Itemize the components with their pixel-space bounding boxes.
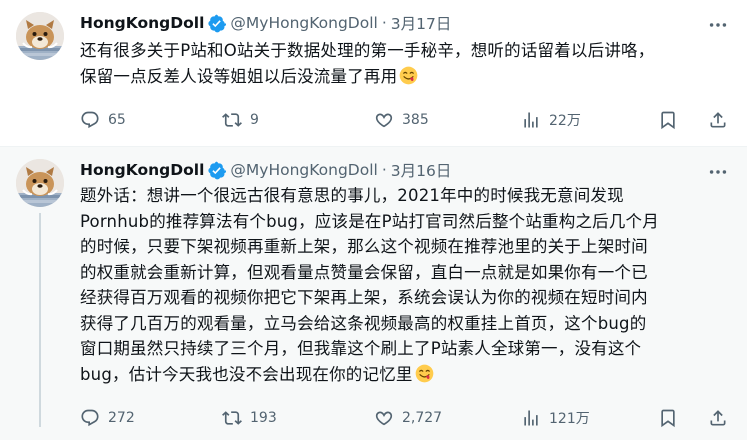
- verified-badge-icon: [207, 161, 226, 180]
- views-bars-icon: [521, 110, 541, 130]
- bookmark-icon: [658, 110, 678, 130]
- heart-icon: [374, 408, 394, 428]
- tweet-card-highlighted[interactable]: HongKongDoll @MyHongKongDoll · 3月16日 题外话…: [0, 147, 747, 440]
- tweet-text-line: 窗口期虽然只持续了三个月，但我靠这个刷上了P站素人全球第一，没有这个: [80, 339, 642, 358]
- tweet-text-line: 保留一点反差人设等姐姐以后没流量了再用: [80, 66, 398, 86]
- tweet-date[interactable]: 3月17日: [391, 12, 452, 34]
- share-upload-icon: [708, 110, 728, 130]
- heart-icon: [374, 110, 394, 130]
- face-savoring-food-emoji: [415, 364, 434, 383]
- tweet-header: HongKongDoll @MyHongKongDoll · 3月17日: [80, 11, 451, 35]
- avatar[interactable]: [16, 12, 64, 60]
- tweet-date[interactable]: 3月16日: [391, 159, 452, 181]
- bookmark-button[interactable]: [658, 106, 678, 134]
- more-dots-icon[interactable]: [707, 161, 729, 183]
- author-name[interactable]: HongKongDoll: [80, 161, 204, 179]
- tweet-text-line: bug，估计今天我也没不会出现在你的记忆里: [80, 364, 413, 384]
- share-button[interactable]: [708, 106, 728, 134]
- author-handle[interactable]: @MyHongKongDoll: [230, 14, 377, 32]
- tweet-text-line: 获得了几百万的观看量，立马会给这条视频最高的权重挂上首页，这个bug的: [80, 313, 647, 333]
- more-dots-icon[interactable]: [707, 14, 729, 36]
- reply-button[interactable]: 272: [80, 404, 135, 432]
- tweet-text-line-with-emoji: bug，估计今天我也没不会出现在你的记忆里: [80, 362, 734, 388]
- reply-button[interactable]: 65: [80, 106, 126, 134]
- like-count: 2,727: [402, 410, 443, 426]
- retweet-arrows-icon: [222, 408, 242, 428]
- views-bars-icon: [521, 408, 541, 428]
- reply-bubble-icon: [80, 110, 100, 130]
- separator-dot: ·: [381, 14, 387, 32]
- tweet-actions: 272 193 2,727 121万: [80, 404, 730, 432]
- tweet-actions: 65 9 385 22万: [80, 106, 730, 134]
- bookmark-icon: [658, 408, 678, 428]
- tweet-text-line: 的权重就会重新计算，但观看量点赞量会保留，直白一点就是如果你有一个已: [80, 262, 648, 282]
- face-savoring-food-emoji: [399, 66, 418, 85]
- tweet-text-line: 还有很多关于P站和O站关于数据处理的第一手秘辛，想听的话留着以后讲咯，: [80, 41, 655, 60]
- view-count: 121万: [549, 411, 590, 427]
- like-button[interactable]: 385: [374, 106, 429, 134]
- reply-count: 65: [108, 112, 126, 128]
- bookmark-button[interactable]: [658, 404, 678, 432]
- thread-connector-line: [39, 213, 41, 427]
- tweet-text-line: 经获得百万观看的视频你把它下架再上架，系统会误认为你的视频在短时间内: [80, 288, 648, 307]
- share-upload-icon: [708, 408, 728, 428]
- retweet-button[interactable]: 9: [222, 106, 259, 134]
- tweet-text-line: 题外话：想讲一个很远古很有意思的事儿，2021年中的时候我无意间发现: [80, 186, 624, 205]
- share-button[interactable]: [708, 404, 728, 432]
- reply-bubble-icon: [80, 408, 100, 428]
- like-count: 385: [402, 112, 429, 128]
- tweet-text: 还有很多关于P站和O站关于数据处理的第一手秘辛，想听的话留着以后讲咯， 保留一点…: [80, 38, 734, 89]
- separator-dot: ·: [381, 161, 387, 179]
- views-button[interactable]: 121万: [521, 404, 590, 432]
- tweet-text: 题外话：想讲一个很远古很有意思的事儿，2021年中的时候我无意间发现 Pornh…: [80, 183, 734, 387]
- retweet-count: 193: [250, 410, 277, 426]
- tweet-header: HongKongDoll @MyHongKongDoll · 3月16日: [80, 158, 451, 182]
- tweet-text-line: Pornhub的推荐算法有个bug，应该是在P站打官司然后整个站重构之后几个月: [80, 211, 659, 231]
- tweet-text-line-with-emoji: 保留一点反差人设等姐姐以后没流量了再用: [80, 64, 734, 90]
- author-name[interactable]: HongKongDoll: [80, 14, 204, 32]
- tweet-text-line: 的时候，只要下架视频再重新上架，那么这个视频在推荐池里的关于上架时间: [80, 237, 648, 256]
- verified-badge-icon: [207, 14, 226, 33]
- retweet-button[interactable]: 193: [222, 404, 277, 432]
- like-button[interactable]: 2,727: [374, 404, 442, 432]
- avatar[interactable]: [16, 159, 64, 207]
- views-button[interactable]: 22万: [521, 106, 581, 134]
- retweet-count: 9: [250, 112, 259, 128]
- reply-count: 272: [108, 410, 135, 426]
- tweet-card[interactable]: HongKongDoll @MyHongKongDoll · 3月17日 还有很…: [0, 0, 747, 146]
- retweet-arrows-icon: [222, 110, 242, 130]
- view-count: 22万: [549, 113, 581, 129]
- author-handle[interactable]: @MyHongKongDoll: [230, 161, 377, 179]
